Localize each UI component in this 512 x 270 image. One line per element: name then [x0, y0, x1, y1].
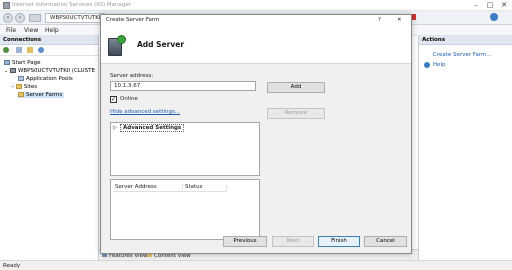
dialog-close-button[interactable]: ✕ [397, 17, 402, 23]
expand-advanced-icon[interactable]: ▷ [113, 125, 117, 131]
status-bar: Ready [0, 260, 512, 270]
finish-button[interactable]: Finish [318, 236, 360, 247]
online-label: Online [120, 96, 138, 102]
help-link[interactable]: Help [433, 62, 446, 68]
dialog-titlebar: Create Server Farm ? ✕ [101, 15, 411, 26]
actions-header: Actions [419, 36, 512, 45]
tree-item-application-pools[interactable]: Application Pools [18, 76, 73, 82]
add-button[interactable]: Add [267, 82, 325, 93]
address-text: WBPS0UCTVTUTKII [50, 15, 103, 21]
connect-icon[interactable] [3, 47, 9, 53]
sites-folder-icon [15, 84, 22, 89]
previous-button[interactable]: Previous [223, 236, 267, 247]
server-add-icon [108, 35, 126, 56]
window-title: Internet Information Services (IIS) Mana… [12, 2, 131, 8]
servers-table: Server Address Status [110, 179, 260, 240]
dialog-help-button[interactable]: ? [378, 17, 381, 23]
connections-toolbar [0, 45, 98, 56]
menu-help[interactable]: Help [45, 27, 59, 34]
dialog-header: Add Server [101, 26, 411, 64]
next-button[interactable]: Next [272, 236, 314, 247]
save-icon[interactable] [16, 47, 22, 53]
tree-item-server[interactable]: ⌄ WBPS0UCTVTUTKII (CLUSTE [4, 68, 95, 74]
expand-arrow-icon[interactable]: ⌄ [4, 68, 8, 74]
status-text: Ready [3, 263, 21, 269]
dialog-title: Create Server Farm [106, 17, 160, 23]
column-status[interactable]: Status [185, 184, 227, 190]
create-server-farm-link[interactable]: Create Server Farm... [433, 52, 492, 58]
help-circle-icon [424, 62, 430, 68]
start-page-icon [4, 60, 10, 65]
column-server-address[interactable]: Server Address [115, 184, 183, 190]
computer-icon [29, 14, 41, 22]
back-icon[interactable]: ‹ [3, 13, 13, 23]
address-field[interactable]: WBPS0UCTVTUTKII [45, 13, 105, 23]
remove-button[interactable]: Remove [267, 108, 325, 119]
server-address-value: 10.1.3.67 [114, 83, 141, 89]
connections-header: Connections [0, 36, 98, 45]
maximize-icon[interactable]: □ [484, 1, 496, 10]
advanced-settings-panel: ▷ Advanced Settings [110, 122, 260, 176]
globe-icon[interactable] [38, 47, 44, 53]
window-titlebar: Internet Information Services (IIS) Mana… [0, 0, 512, 11]
menu-file[interactable]: File [6, 27, 16, 34]
online-checkbox[interactable]: ✓ [110, 96, 117, 103]
cancel-button[interactable]: Cancel [364, 236, 407, 247]
advanced-settings-node[interactable]: Advanced Settings [120, 124, 185, 132]
server-farms-folder-icon [18, 92, 24, 97]
server-node-icon [9, 68, 16, 73]
server-address-input[interactable]: 10.1.3.67 [110, 81, 256, 91]
server-address-label: Server address: [110, 73, 154, 79]
connections-pane: Connections Start Page ⌄ WBPS0UCTVTUTKII… [0, 36, 99, 260]
iis-app-icon [3, 2, 10, 9]
close-icon[interactable]: ✕ [498, 1, 510, 10]
create-server-farm-dialog: Create Server Farm ? ✕ Add Server Server… [100, 14, 412, 254]
menu-view[interactable]: View [24, 27, 38, 34]
minimize-icon[interactable]: – [470, 1, 482, 10]
tree-item-sites[interactable]: › Sites [12, 84, 37, 90]
help-icon[interactable] [490, 13, 498, 21]
actions-pane: Actions Create Server Farm... Help [418, 36, 512, 260]
collapse-arrow-icon[interactable]: › [12, 84, 14, 90]
tree-item-start-page[interactable]: Start Page [4, 60, 41, 66]
forward-icon[interactable]: › [15, 13, 25, 23]
hide-advanced-settings-link[interactable]: Hide advanced settings... [110, 109, 180, 115]
app-pools-icon [18, 76, 24, 81]
tree-item-server-farms[interactable]: Server Farms [18, 92, 65, 98]
folder-icon[interactable] [27, 47, 33, 53]
dialog-heading: Add Server [137, 40, 185, 49]
table-header-row: Server Address Status [113, 183, 227, 192]
